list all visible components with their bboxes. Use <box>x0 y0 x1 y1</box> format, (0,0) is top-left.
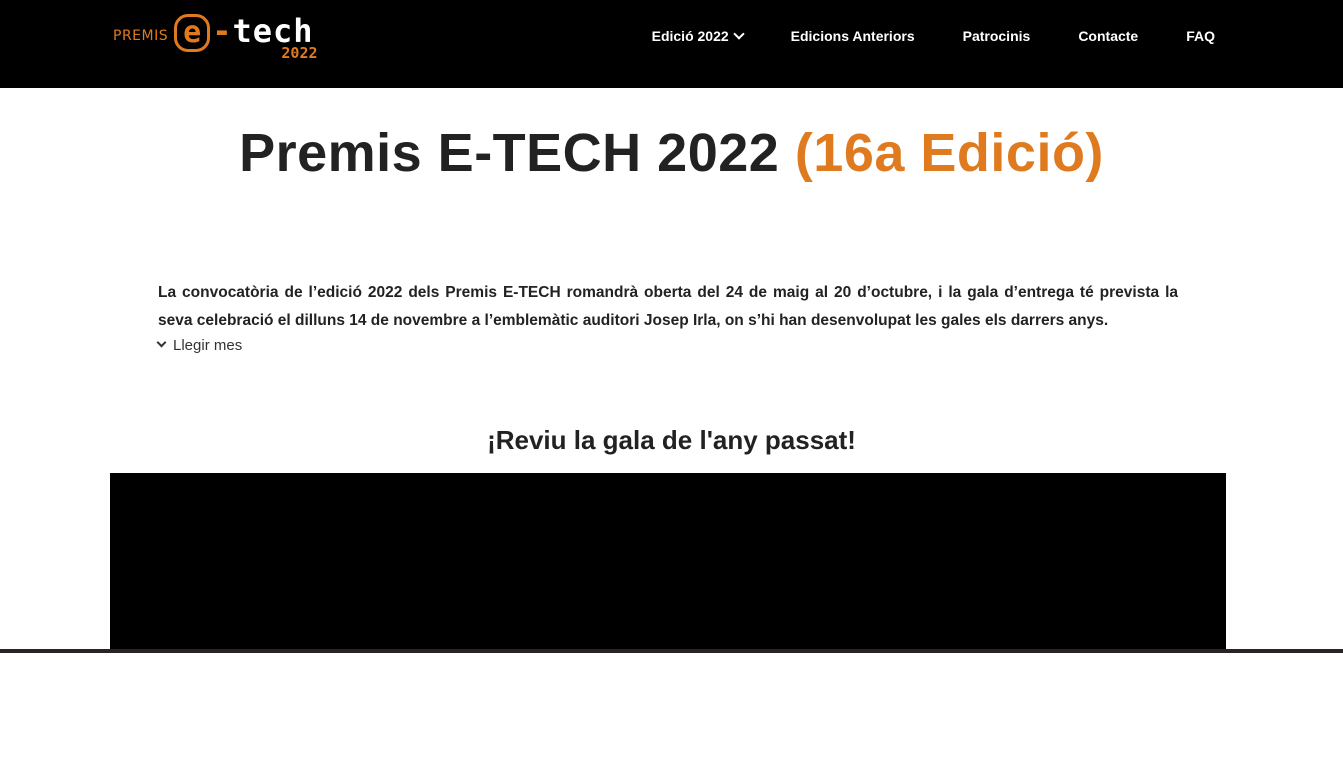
nav-item-label: FAQ <box>1186 28 1215 44</box>
nav-item-edicio-2022[interactable]: Edició 2022 <box>651 28 745 44</box>
logo-tech-text: -tech <box>212 14 313 48</box>
nav-item-label: Edicions Anteriors <box>790 28 915 44</box>
video-player[interactable] <box>110 473 1226 651</box>
section-divider <box>0 649 1343 653</box>
chevron-down-icon <box>156 337 167 348</box>
nav-item-edicions-anteriors[interactable]: Edicions Anteriors <box>791 28 915 44</box>
page-title: Premis E-TECH 2022 (16a Edició) <box>0 122 1343 184</box>
video-section-title: ¡Reviu la gala de l'any passat! <box>487 425 856 455</box>
logo-e-mark: e <box>174 14 211 52</box>
logo-dash: - <box>212 12 233 50</box>
site-logo[interactable]: PREMIS e -tech 2022 <box>113 14 318 62</box>
page-title-edition: (16a Edició) <box>794 123 1104 183</box>
nav-item-label: Contacte <box>1078 28 1139 44</box>
nav-item-contacte[interactable]: Contacte <box>1078 28 1138 44</box>
site-header: PREMIS e -tech 2022 Edició 2022 Edicions… <box>0 0 1343 88</box>
nav-item-label: Patrocinis <box>962 28 1031 44</box>
logo-tech-wordmark: -tech 2022 <box>212 14 317 62</box>
page-title-main: Premis E-TECH 2022 <box>239 123 780 183</box>
chevron-down-icon <box>732 28 745 40</box>
main-nav: Edició 2022 Edicions Anteriors Patrocini… <box>652 28 1215 44</box>
nav-item-patrocinis[interactable]: Patrocinis <box>963 28 1031 44</box>
read-more-toggle[interactable]: Llegir mes <box>156 337 243 354</box>
read-more-label: Llegir mes <box>173 337 243 354</box>
nav-item-label: Edició 2022 <box>651 28 729 44</box>
logo-year: 2022 <box>281 44 318 62</box>
intro-paragraph: La convocatòria de l’edició 2022 dels Pr… <box>158 284 1178 329</box>
nav-item-faq[interactable]: FAQ <box>1186 28 1215 44</box>
logo-premis-text: PREMIS <box>113 28 169 44</box>
